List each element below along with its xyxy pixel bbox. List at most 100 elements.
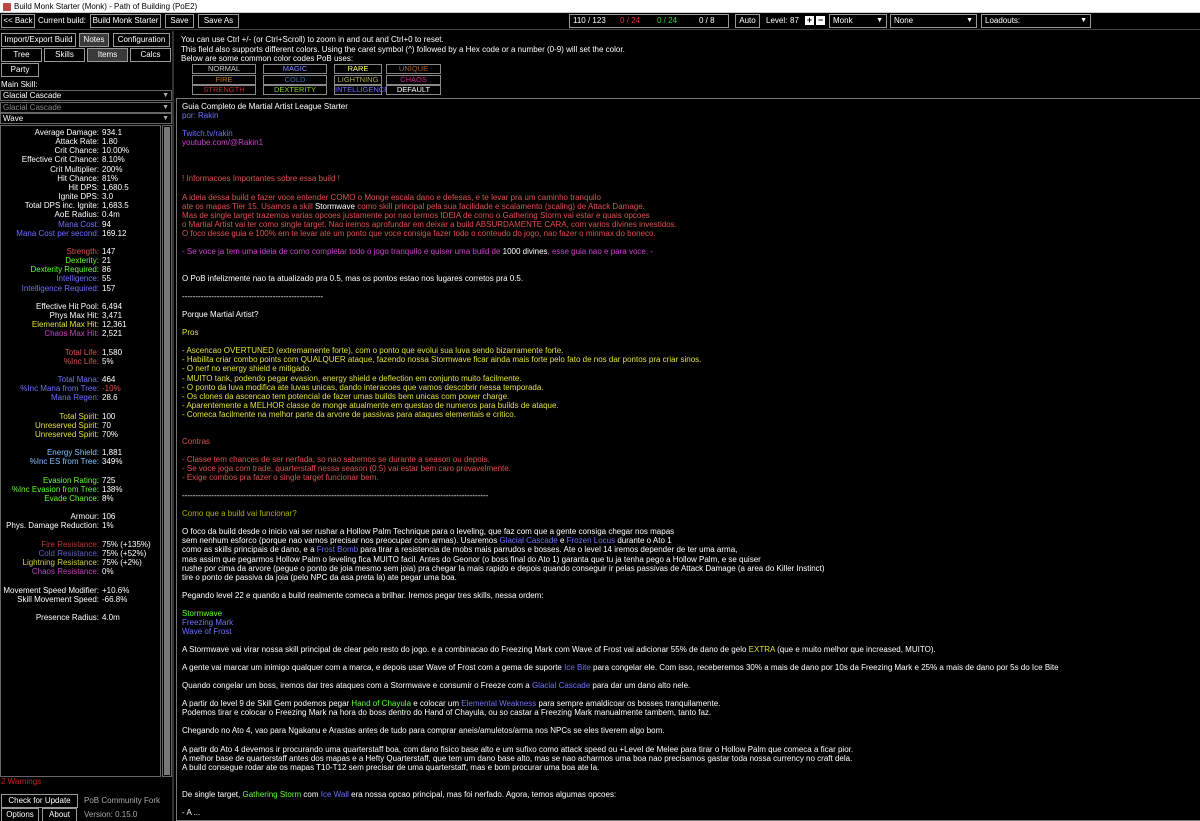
stat-label: Total Life: [64, 347, 99, 357]
warnings-label[interactable]: 2 Warnings [1, 777, 41, 786]
notes-text: Wave of Frost [182, 626, 232, 636]
notes-text: como skill principal pela sua facilidade… [354, 201, 645, 211]
stat-label: Unreserved Spirit: [34, 420, 99, 430]
notes-line: O foco da build desde o inicio vai ser r… [182, 527, 674, 536]
notes-line: por: Rakin [182, 111, 218, 120]
stat-label: Chaos Resistance: [31, 567, 99, 577]
stat-label: Skill Movement Speed: [17, 594, 99, 604]
notes-line: A Stormwave vai virar nossa skill princi… [182, 645, 936, 654]
notes-line: ----------------------------------------… [182, 292, 323, 301]
skill-gem-dropdown[interactable]: Glacial Cascade ▼ [0, 102, 172, 113]
tab-import-export[interactable]: Import/Export Build [1, 33, 76, 47]
stat-label: Strength: [66, 246, 99, 256]
ascendancy-dropdown[interactable]: None ▼ [890, 14, 977, 28]
stat-label: Crit Multiplier: [50, 164, 99, 174]
skill-gem-value: Glacial Cascade [3, 103, 62, 112]
stat-value: 1% [102, 521, 114, 531]
tab-party[interactable]: Party [1, 63, 39, 77]
stat-row: Skill Movement Speed: -66.8% [1, 594, 160, 604]
back-button[interactable]: << Back [1, 14, 35, 28]
notes-line: Chegando no Ato 4, vao para Ngakanu e Ar… [182, 726, 665, 735]
notes-text: Freezing Mark [182, 617, 234, 627]
notes-text: Frozen Locus [566, 536, 616, 546]
stat-value: 12,361 [102, 320, 127, 330]
notes-text: A melhor base de quarterstaff antes dos … [182, 753, 853, 763]
passive-points-display[interactable]: 110 / 123 0 / 24 0 / 24 0 / 8 [569, 14, 729, 28]
notes-text: Chegando no Ato 4, vao para Ngakanu e Ar… [182, 726, 665, 736]
stat-row: Crit Multiplier: 200% [1, 164, 160, 174]
stat-value: -10% [102, 384, 121, 394]
color-code-magic: MAGIC [263, 64, 327, 74]
tab-items[interactable]: Items [87, 48, 128, 62]
stat-value: 0% [102, 567, 114, 577]
stat-label: Ignite DPS: [58, 192, 99, 202]
notes-line: - Se voce ja tem uma ideia de como compl… [182, 247, 653, 256]
notes-text: O foco desse guia e 100% em te levar ate… [182, 228, 656, 238]
notes-text: A partir do Ato 4 devemos ir procurando … [182, 744, 854, 754]
notes-text: com [301, 789, 321, 799]
loadouts-dropdown[interactable]: Loadouts: ▼ [981, 14, 1091, 28]
save-as-button[interactable]: Save As [198, 14, 239, 28]
notes-text: - O ponto da luva modifica ate luvas uni… [182, 382, 544, 392]
notes-line: Stormwave [182, 609, 222, 618]
stats-list[interactable]: Average Damage: 934.1 Attack Rate: 1.80 Crit… [0, 125, 161, 777]
notes-line: Mas de single target trazemos varias opc… [182, 211, 650, 220]
notes-text: - Exige combos pra fazer o single target… [182, 473, 379, 483]
stat-row: Chaos Max Hit: 2,521 [1, 329, 160, 338]
auto-level-button[interactable]: Auto [735, 14, 760, 28]
stat-value: 94 [102, 219, 111, 229]
scroll-thumb[interactable] [164, 127, 170, 775]
stat-label: Total DPS inc. Ignite: [24, 201, 99, 211]
level-plus-button[interactable]: + [805, 16, 814, 25]
notes-text: A Stormwave vai virar nossa skill princi… [182, 645, 749, 654]
stat-label: Total Mana: [57, 375, 99, 385]
notes-line: O PoB infelizmente nao ta atualizado pra… [182, 274, 523, 283]
notes-panel: You can use Ctrl +/- (or Ctrl+Scroll) to… [176, 31, 1200, 821]
tab-tree[interactable]: Tree [1, 48, 42, 62]
stat-row: Total Life: 1,580 [1, 347, 160, 357]
notes-line: - O ponto da luva modifica ate luvas uni… [182, 383, 544, 392]
main-skill-dropdown[interactable]: Glacial Cascade ▼ [0, 90, 172, 101]
class-dropdown[interactable]: Monk ▼ [829, 14, 887, 28]
tab-skills[interactable]: Skills [44, 48, 85, 62]
level-minus-button[interactable]: − [816, 16, 825, 25]
notes-text: Contras [182, 436, 211, 446]
stat-row: Cold Resistance: 75% (+52%) [1, 548, 160, 558]
notes-text: ----------------------------------------… [182, 491, 489, 501]
stat-value: 169.12 [102, 228, 127, 238]
notes-line: Guia Completo de Martial Artist League S… [182, 102, 348, 111]
stat-row: %Inc Mana from Tree: -10% [1, 384, 160, 394]
notes-text: Mas de single target trazemos varias opc… [182, 210, 650, 220]
notes-text: Pegando level 22 e quando a build realme… [182, 590, 544, 600]
notes-text: (que e muito melhor que increased, MUITO… [774, 645, 936, 654]
save-button[interactable]: Save [165, 14, 194, 28]
stat-value: 75% (+52%) [102, 548, 147, 558]
build-name-button[interactable]: Build Monk Starter [90, 14, 161, 28]
stat-row: Mana Cost per second: 169.12 [1, 228, 160, 238]
about-button[interactable]: About [42, 808, 77, 821]
tab-calcs[interactable]: Calcs [130, 48, 171, 62]
level-value[interactable]: 87 [790, 14, 799, 28]
color-code-lightning: LIGHTNING [334, 74, 382, 85]
main-skill-value: Glacial Cascade [3, 91, 62, 100]
stat-label: %Inc Mana from Tree: [20, 384, 99, 394]
notes-text: - Aparentemente a MELHOR classe de monge… [182, 400, 559, 410]
stat-row [1, 604, 160, 613]
notes-text: - A [182, 807, 194, 817]
tab-configuration[interactable]: Configuration [113, 33, 170, 47]
options-button[interactable]: Options [1, 808, 39, 821]
chevron-down-icon: ▼ [162, 115, 169, 122]
notes-text: - Comeca facilmente na melhor parte da a… [182, 409, 516, 419]
stat-label: Dexterity Required: [30, 265, 99, 275]
stat-row [1, 531, 160, 540]
check-update-button[interactable]: Check for Update [1, 794, 78, 808]
stat-label: Fire Resistance: [41, 539, 99, 549]
chevron-down-icon: ▼ [876, 17, 883, 24]
notes-line: Como que a build vai funcionar? [182, 509, 297, 518]
stats-scrollbar[interactable] [162, 125, 172, 777]
notes-info-colors: This field also supports different color… [181, 45, 625, 54]
tab-notes[interactable]: Notes [79, 33, 109, 47]
skill-part-dropdown[interactable]: Wave ▼ [0, 113, 172, 124]
notes-editor[interactable]: Guia Completo de Martial Artist League S… [176, 98, 1200, 821]
stat-row: Crit Chance: 10.00% [1, 146, 160, 155]
